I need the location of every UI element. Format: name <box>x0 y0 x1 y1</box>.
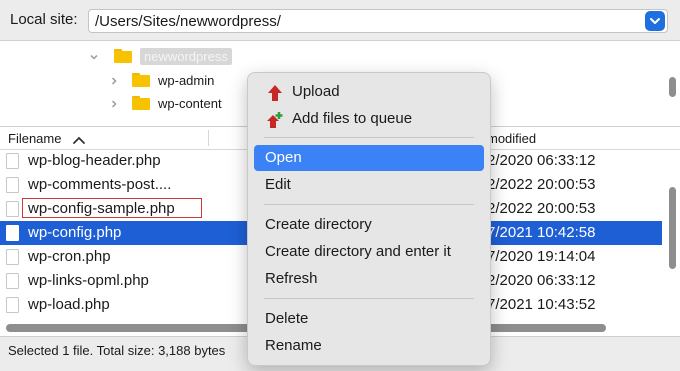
upload-arrow-icon <box>268 85 282 101</box>
file-icon <box>6 201 19 217</box>
file-icon <box>6 177 19 193</box>
path-dropdown-button[interactable] <box>645 11 665 31</box>
menu-item-create-directory[interactable]: Create directory <box>254 212 484 238</box>
file-list-vertical-scrollbar[interactable] <box>669 187 676 269</box>
menu-item-refresh[interactable]: Refresh <box>254 266 484 292</box>
file-name: wp-blog-header.php <box>28 152 161 169</box>
file-name: wp-load.php <box>28 296 110 313</box>
menu-item-upload[interactable]: Upload <box>254 79 484 105</box>
file-icon <box>6 249 19 265</box>
folder-icon <box>132 96 150 110</box>
menu-separator <box>264 137 474 138</box>
local-site-path-input[interactable]: /Users/Sites/newwordpress/ <box>88 9 668 33</box>
local-site-bar: Local site: /Users/Sites/newwordpress/ <box>0 0 680 40</box>
tree-item-newwordpress[interactable]: newwordpress <box>88 45 232 67</box>
file-icon <box>6 273 19 289</box>
context-menu: Upload Add files to queue Open Edit Crea… <box>247 72 491 366</box>
file-modified: 2/2022 20:00:53 <box>487 176 596 193</box>
menu-item-edit[interactable]: Edit <box>254 172 484 198</box>
chevron-down-icon[interactable] <box>88 50 100 62</box>
menu-separator <box>264 204 474 205</box>
menu-item-delete[interactable]: Delete <box>254 306 484 332</box>
file-name: wp-comments-post.... <box>28 176 172 193</box>
file-modified: 2/2020 06:33:12 <box>487 272 596 289</box>
file-name: wp-links-opml.php <box>28 272 149 289</box>
file-modified: 7/2020 19:14:04 <box>487 248 596 265</box>
menu-item-label: Delete <box>265 310 309 327</box>
chevron-right-icon[interactable] <box>108 97 120 109</box>
menu-item-label: Open <box>265 149 302 166</box>
menu-item-rename[interactable]: Rename <box>254 333 484 359</box>
menu-item-create-directory-and-enter[interactable]: Create directory and enter it <box>254 239 484 265</box>
column-header-modified[interactable]: modified <box>487 131 536 146</box>
local-site-label: Local site: <box>10 11 78 28</box>
folder-icon <box>132 73 150 87</box>
file-modified: 7/2021 10:42:58 <box>487 224 596 241</box>
column-divider[interactable] <box>208 130 209 146</box>
chevron-right-icon[interactable] <box>108 74 120 86</box>
add-to-queue-icon <box>267 112 283 128</box>
menu-item-add-files-to-queue[interactable]: Add files to queue <box>254 106 484 132</box>
file-name: wp-config.php <box>28 224 122 241</box>
tree-item-label: newwordpress <box>140 47 232 65</box>
sort-ascending-icon[interactable] <box>72 132 86 150</box>
menu-separator <box>264 298 474 299</box>
chevron-down-icon <box>650 18 660 24</box>
menu-item-label: Refresh <box>265 270 318 287</box>
status-text: Selected 1 file. Total size: 3,188 bytes <box>8 343 226 358</box>
menu-item-label: Add files to queue <box>292 110 413 127</box>
file-name: wp-cron.php <box>28 248 111 265</box>
tree-item-wp-content[interactable]: wp-content <box>108 92 222 114</box>
folder-icon <box>114 49 132 63</box>
menu-item-label: Create directory <box>265 216 372 233</box>
tree-item-label: wp-admin <box>158 72 215 88</box>
file-icon <box>6 297 19 313</box>
menu-item-label: Rename <box>265 337 322 354</box>
tree-item-wp-admin[interactable]: wp-admin <box>108 69 214 91</box>
tree-item-label: wp-content <box>158 95 222 111</box>
column-header-filename[interactable]: Filename <box>8 131 61 146</box>
tree-scrollbar[interactable] <box>669 77 676 97</box>
annotation-highlight-box <box>22 198 202 218</box>
file-modified: 7/2021 10:43:52 <box>487 296 596 313</box>
menu-item-open[interactable]: Open <box>254 145 484 171</box>
menu-item-label: Edit <box>265 176 291 193</box>
menu-item-label: Upload <box>292 83 340 100</box>
menu-item-label: Create directory and enter it <box>265 243 451 260</box>
local-site-path-value: /Users/Sites/newwordpress/ <box>95 13 281 30</box>
file-icon <box>6 225 19 241</box>
file-modified: 2/2022 20:00:53 <box>487 200 596 217</box>
file-modified: 2/2020 06:33:12 <box>487 152 596 169</box>
file-icon <box>6 153 19 169</box>
